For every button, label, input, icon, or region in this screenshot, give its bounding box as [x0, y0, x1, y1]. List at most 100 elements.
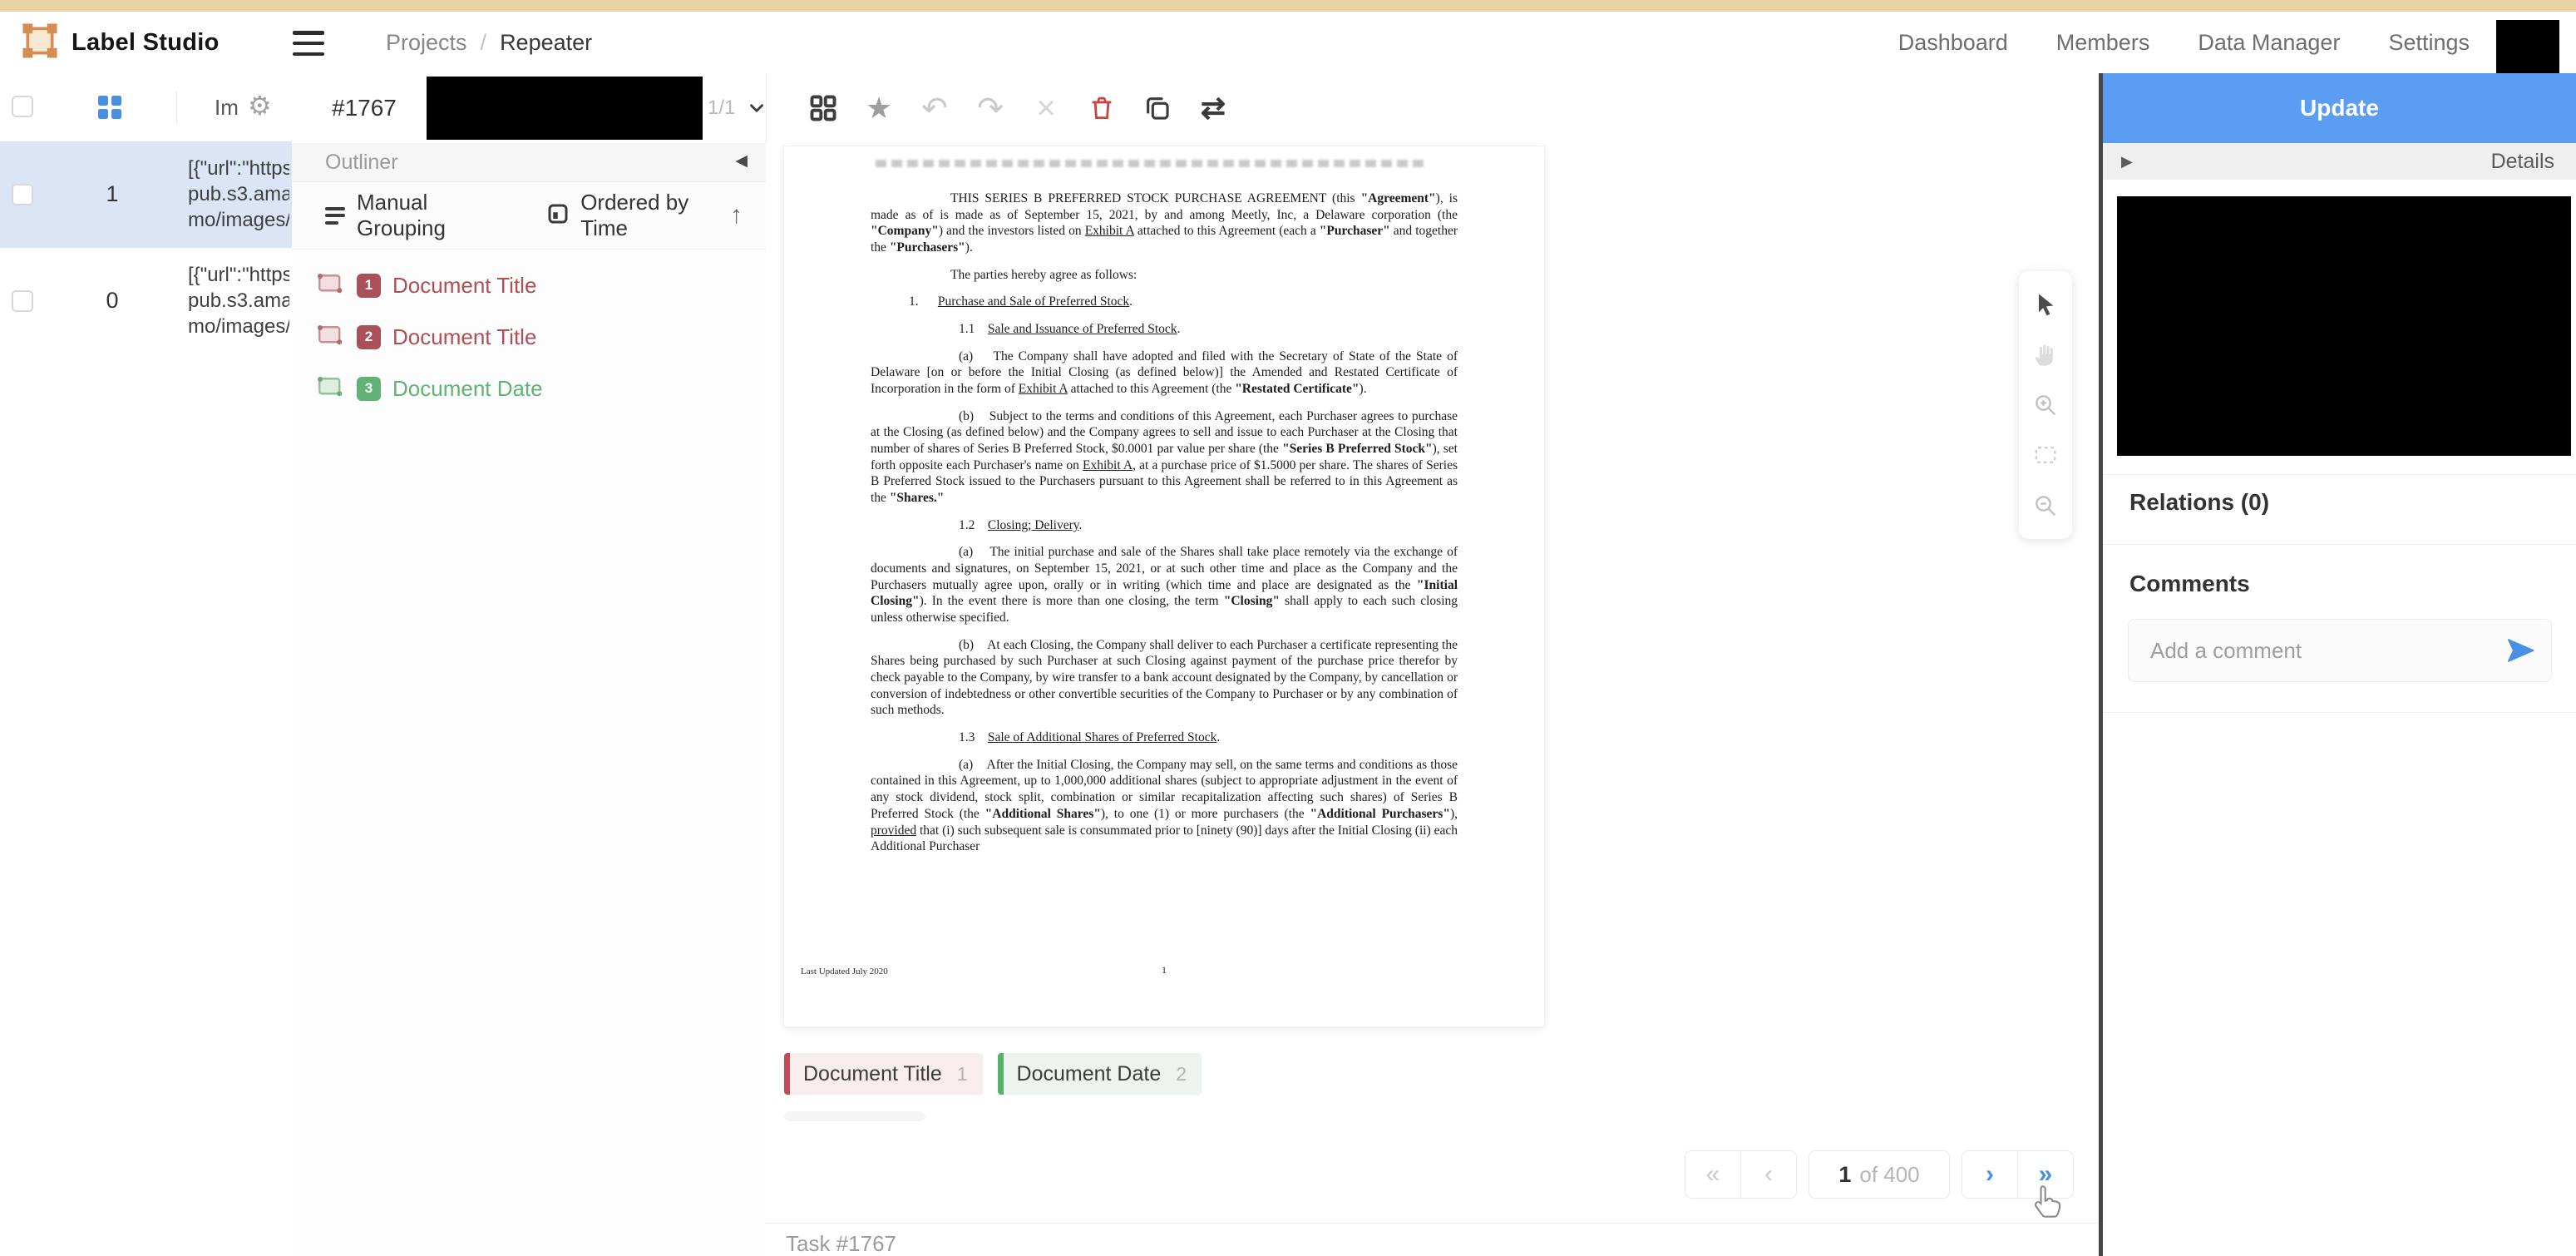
- collapse-panel-icon[interactable]: ◀: [735, 151, 748, 171]
- outliner-header: Outliner ◀: [292, 143, 766, 182]
- column-header-image[interactable]: Im: [215, 95, 239, 121]
- row-id: 1: [87, 181, 137, 207]
- document-paragraph: (a) After the Initial Closing, the Compa…: [871, 757, 1458, 855]
- document-page-number: 1: [784, 964, 1544, 977]
- region-index-badge: 2: [357, 325, 381, 349]
- task-row-1[interactable]: 1 [{"url":"https:/ pub.s3.amaz mo/images…: [0, 141, 292, 248]
- outliner-panel: Outliner ◀ Manual Grouping Ordered by Ti…: [292, 143, 767, 1256]
- comment-input[interactable]: [2149, 620, 2485, 681]
- sort-direction-arrow-icon[interactable]: ↑: [730, 201, 743, 230]
- region-item-3[interactable]: 3 Document Date: [292, 363, 766, 414]
- document-paragraph: (b) Subject to the terms and conditions …: [871, 408, 1458, 507]
- outliner-title: Outliner: [325, 151, 398, 175]
- update-button[interactable]: Update: [2103, 73, 2576, 143]
- reset-icon[interactable]: ×: [1030, 91, 1062, 126]
- comment-box: [2128, 619, 2552, 682]
- label-chip-document-date[interactable]: Document Date 2: [998, 1053, 1202, 1095]
- document-paragraph: 1.2 Closing; Delivery.: [871, 517, 1458, 534]
- fit-to-screen-icon[interactable]: [2029, 438, 2062, 472]
- details-bar[interactable]: ▶ Details: [2103, 143, 2576, 180]
- table-header-row: Im ⚙: [0, 73, 292, 142]
- last-page-button[interactable]: »: [2017, 1151, 2073, 1198]
- region-item-1[interactable]: 1 Document Title: [292, 260, 766, 311]
- breadcrumb-separator: /: [481, 30, 487, 56]
- document-paragraph: (a) The Company shall have adopted and f…: [871, 349, 1458, 398]
- document-body: THIS SERIES B PREFERRED STOCK PURCHASE A…: [871, 180, 1458, 950]
- next-page-button[interactable]: ›: [1962, 1151, 2017, 1198]
- hamburger-menu-icon[interactable]: [293, 31, 324, 56]
- redo-icon[interactable]: ↷: [975, 91, 1006, 126]
- outliner-controls: Manual Grouping Ordered by Time ↑: [292, 182, 766, 250]
- region-item-2[interactable]: 2 Document Title: [292, 311, 766, 363]
- section-divider: [2103, 474, 2576, 475]
- ordered-by-time-icon: [545, 201, 570, 230]
- app-header: Label Studio Projects / Repeater Dashboa…: [0, 12, 2576, 74]
- relations-heading: Relations (0): [2129, 489, 2269, 516]
- region-rect-icon: [315, 323, 345, 352]
- chevron-down-icon[interactable]: [746, 97, 767, 123]
- region-label: Document Date: [392, 376, 543, 402]
- section-divider: [2103, 544, 2576, 545]
- app-title: Label Studio: [72, 29, 220, 57]
- send-comment-icon[interactable]: [2504, 635, 2536, 670]
- header-separator: [176, 91, 177, 124]
- prev-page-button[interactable]: ‹: [1740, 1151, 1796, 1198]
- region-rect-icon: [315, 374, 345, 403]
- row-checkbox[interactable]: [12, 184, 33, 205]
- label-chip-document-title[interactable]: Document Title 1: [784, 1053, 983, 1095]
- task-footer-label: Task #1767: [786, 1231, 896, 1256]
- label-text: Document Date: [1017, 1062, 1162, 1086]
- grid-view-icon[interactable]: [98, 96, 121, 119]
- ordered-by-time-dropdown[interactable]: Ordered by Time: [580, 190, 730, 241]
- right-sidebar: Update ▶ Details Relations (0) Comments: [2103, 73, 2576, 1256]
- canvas-tool-palette: [2019, 271, 2072, 539]
- document-paragraph: (b) At each Closing, the Company shall d…: [871, 637, 1458, 719]
- label-hotkey: 1: [957, 1063, 968, 1085]
- task-row-0[interactable]: 0 [{"url":"https:/ pub.s3.amaz mo/images…: [0, 248, 292, 354]
- page-total: of 400: [1859, 1162, 1919, 1188]
- row-data-preview: [{"url":"https:/ pub.s3.amaz mo/images/: [188, 262, 289, 339]
- nav-dashboard[interactable]: Dashboard: [1898, 30, 2008, 56]
- settings-swap-icon[interactable]: ⇄: [1197, 91, 1229, 126]
- nav-members[interactable]: Members: [2056, 30, 2150, 56]
- document-paragraph: THIS SERIES B PREFERRED STOCK PURCHASE A…: [871, 190, 1458, 256]
- comments-heading: Comments: [2129, 571, 2250, 597]
- breadcrumb-projects[interactable]: Projects: [386, 30, 467, 56]
- first-page-button[interactable]: «: [1685, 1151, 1740, 1198]
- current-page: 1: [1838, 1162, 1851, 1188]
- zoom-in-icon[interactable]: [2029, 388, 2062, 422]
- annotation-history-redacted: [2117, 196, 2571, 456]
- top-accent-strip: [0, 0, 2576, 12]
- pagination-back-group: « ‹: [1685, 1150, 1797, 1199]
- details-label: Details: [2491, 150, 2554, 174]
- expand-details-icon[interactable]: ▶: [2121, 153, 2133, 171]
- nav-data-manager[interactable]: Data Manager: [2198, 30, 2340, 56]
- brand: Label Studio: [22, 12, 220, 73]
- breadcrumb-current-project: Repeater: [500, 30, 592, 56]
- annotation-counter: 1/1: [708, 73, 735, 143]
- annotation-toolbar: #1767 1/1 ★ ↶ ↷ × ⇄: [292, 73, 2099, 144]
- label-chips: Document Title 1 Document Date 2: [784, 1053, 1202, 1095]
- row-id: 0: [87, 288, 137, 314]
- document-paragraph: The parties hereby agree as follows:: [871, 267, 1458, 284]
- manual-grouping-dropdown[interactable]: Manual Grouping: [357, 190, 511, 241]
- duplicate-icon[interactable]: [1142, 91, 1173, 126]
- breadcrumb: Projects / Repeater: [386, 12, 592, 73]
- view-all-grid-icon[interactable]: [807, 91, 839, 126]
- row-data-preview: [{"url":"https:/ pub.s3.amaz mo/images/: [188, 156, 289, 233]
- zoom-out-icon[interactable]: [2029, 489, 2062, 522]
- nav-settings[interactable]: Settings: [2388, 30, 2470, 56]
- select-all-checkbox[interactable]: [12, 96, 33, 117]
- undo-icon[interactable]: ↶: [919, 91, 950, 126]
- region-list: 1 Document Title 2 Document Title 3 Docu…: [292, 260, 766, 414]
- trash-icon[interactable]: [1086, 91, 1118, 126]
- star-icon[interactable]: ★: [863, 91, 895, 126]
- toolbar-actions: ★ ↶ ↷ × ⇄: [807, 73, 1229, 143]
- pagination-forward-group: › »: [1962, 1150, 2074, 1199]
- document-page[interactable]: THIS SERIES B PREFERRED STOCK PURCHASE A…: [784, 146, 1544, 1026]
- annotator-info-redacted: [427, 77, 703, 140]
- pan-hand-icon[interactable]: [2029, 339, 2062, 372]
- gear-icon[interactable]: ⚙: [248, 90, 272, 121]
- select-cursor-icon[interactable]: [2029, 288, 2062, 321]
- row-checkbox[interactable]: [12, 290, 33, 312]
